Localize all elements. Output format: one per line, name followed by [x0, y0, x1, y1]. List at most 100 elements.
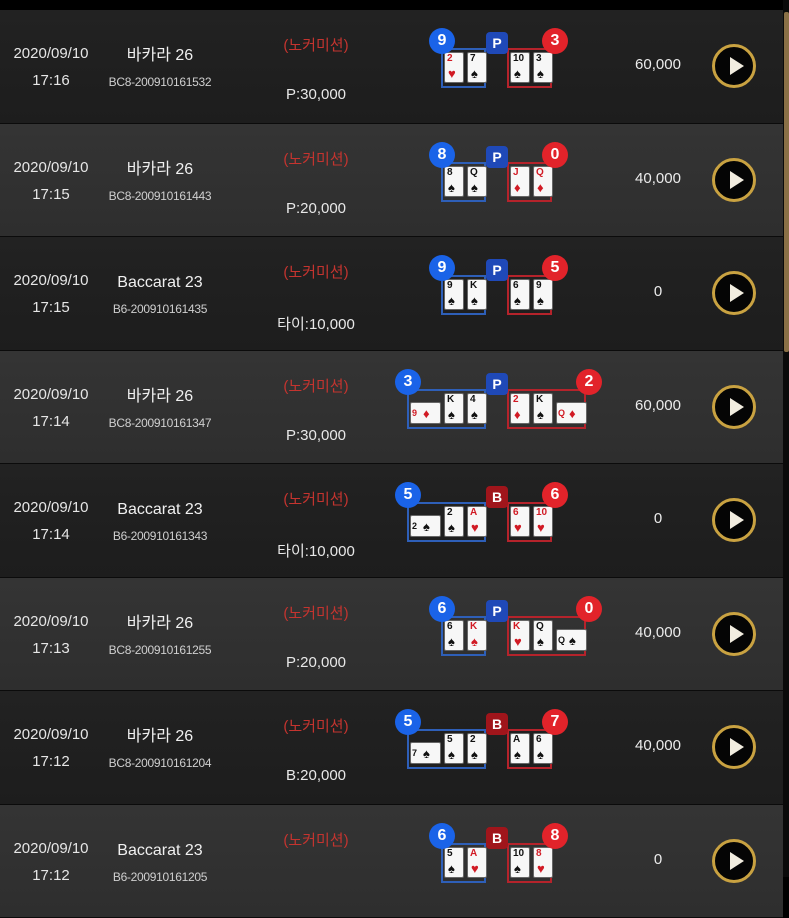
banker-score: 3	[542, 28, 568, 54]
playing-card: 9♠	[444, 279, 464, 310]
playing-card: 8♠	[444, 166, 464, 197]
card-suit-icon: ♠	[471, 748, 478, 762]
card-suit-icon: ♠	[514, 294, 521, 308]
bet-datetime: 2020/09/1017:14	[6, 381, 96, 435]
game-info: Baccarat 23B6-200910161205	[100, 837, 220, 891]
play-replay-button[interactable]	[712, 158, 756, 202]
playing-card: 2♠	[410, 515, 441, 537]
card-suit-icon: ♥	[471, 862, 479, 876]
play-replay-button[interactable]	[712, 385, 756, 429]
card-suit-icon: ♠	[471, 67, 478, 81]
card-suit-icon: ♠	[514, 67, 521, 81]
player-cards: 5♠A♥	[444, 847, 487, 878]
card-suit-icon: ♠	[471, 181, 478, 195]
card-rank: 10	[513, 53, 524, 64]
banker-cards: K♥Q♠Q♠	[510, 620, 587, 651]
play-replay-button[interactable]	[712, 44, 756, 88]
player-score: 8	[429, 142, 455, 168]
playing-card: K♠	[533, 393, 553, 424]
bet-date: 2020/09/10	[6, 494, 96, 521]
round-result: 2♠2♠A♥6♥10♥5B6	[390, 482, 600, 554]
game-info: Baccarat 23B6-200910161343	[100, 496, 220, 550]
round-result: 5♠A♥10♠8♥6B8	[390, 823, 600, 895]
banker-score: 8	[542, 823, 568, 849]
card-suit-icon: ♦	[569, 407, 576, 421]
card-suit-icon: ♠	[471, 294, 478, 308]
card-rank: 4	[470, 394, 476, 405]
playing-card: K♠	[467, 279, 487, 310]
playing-card: A♥	[467, 847, 487, 878]
history-row: 2020/09/1017:15바카라 26BC8-200910161443(노커…	[0, 124, 783, 238]
game-info: 바카라 26BC8-200910161255	[100, 610, 220, 664]
commission-mode: (노커미션)	[268, 34, 364, 55]
card-rank: 8	[536, 848, 542, 859]
playing-card: Q♦	[556, 402, 587, 424]
play-replay-button[interactable]	[712, 612, 756, 656]
player-score: 6	[429, 596, 455, 622]
winner-badge: B	[486, 827, 508, 849]
card-rank: 6	[513, 507, 519, 518]
scrollbar-thumb[interactable]	[784, 12, 789, 352]
bet-datetime: 2020/09/1017:13	[6, 608, 96, 662]
bet-date: 2020/09/10	[6, 381, 96, 408]
card-suit-icon: ♠	[423, 747, 430, 761]
card-rank: Q	[558, 408, 565, 419]
game-name: Baccarat 23	[100, 837, 220, 864]
bet-date: 2020/09/10	[6, 267, 96, 294]
bet-time: 17:15	[6, 181, 96, 208]
playing-card: 10 ♠	[510, 52, 530, 83]
playing-card: 7♠	[467, 52, 487, 83]
playing-card: J♦	[510, 166, 530, 197]
card-rank: Q	[558, 635, 565, 646]
play-replay-button[interactable]	[712, 271, 756, 315]
bet-date: 2020/09/10	[6, 608, 96, 635]
commission-mode: (노커미션)	[268, 375, 364, 396]
winner-badge: P	[486, 32, 508, 54]
payout-amount: 0	[618, 283, 698, 300]
round-code: BC8-200910161347	[100, 410, 220, 437]
history-row: 2020/09/1017:14Baccarat 23B6-20091016134…	[0, 464, 783, 578]
game-name: Baccarat 23	[100, 269, 220, 296]
playing-card: 9♠	[533, 279, 553, 310]
round-result: 6♠K♠K♥Q♠Q♠6P0	[390, 596, 600, 668]
round-code: BC8-200910161204	[100, 750, 220, 777]
card-suit-icon: ♠	[448, 294, 455, 308]
playing-card: A♠	[510, 733, 530, 764]
bet-date: 2020/09/10	[6, 721, 96, 748]
card-rank: 2	[513, 394, 519, 405]
card-suit-icon: ♠	[471, 408, 478, 422]
payout-amount: 40,000	[618, 624, 698, 641]
card-suit-icon: ♠	[423, 520, 430, 534]
playing-card: 2♦	[510, 393, 530, 424]
bet-time: 17:14	[6, 521, 96, 548]
playing-card: 2♥	[444, 52, 464, 83]
card-rank: 2	[447, 53, 453, 64]
card-suit-icon: ♠	[537, 635, 544, 649]
winner-badge: P	[486, 259, 508, 281]
card-suit-icon: ♠	[537, 408, 544, 422]
history-row: 2020/09/1017:12Baccarat 23B6-20091016120…	[0, 805, 783, 918]
play-replay-button[interactable]	[712, 498, 756, 542]
winner-badge: P	[486, 373, 508, 395]
playing-card: 6♥	[510, 506, 530, 537]
banker-score: 6	[542, 482, 568, 508]
play-replay-button[interactable]	[712, 725, 756, 769]
card-suit-icon: ♦	[514, 181, 521, 195]
card-rank: 8	[447, 167, 453, 178]
round-code: BC8-200910161255	[100, 637, 220, 664]
card-rank: A	[513, 734, 520, 745]
card-suit-icon: ♠	[448, 635, 455, 649]
history-row: 2020/09/1017:12바카라 26BC8-200910161204(노커…	[0, 691, 783, 805]
game-info: Baccarat 23B6-200910161435	[100, 269, 220, 323]
play-replay-button[interactable]	[712, 839, 756, 883]
card-rank: 9	[536, 280, 542, 291]
player-cards: 2♠2♠A♥	[410, 506, 487, 537]
commission-mode: (노커미션)	[268, 261, 364, 282]
card-rank: K	[470, 621, 477, 632]
card-suit-icon: ♦	[423, 407, 430, 421]
card-rank: 6	[536, 734, 542, 745]
playing-card: 5♠	[444, 847, 464, 878]
card-rank: J	[513, 167, 519, 178]
winner-badge: P	[486, 146, 508, 168]
bet-time: 17:14	[6, 408, 96, 435]
